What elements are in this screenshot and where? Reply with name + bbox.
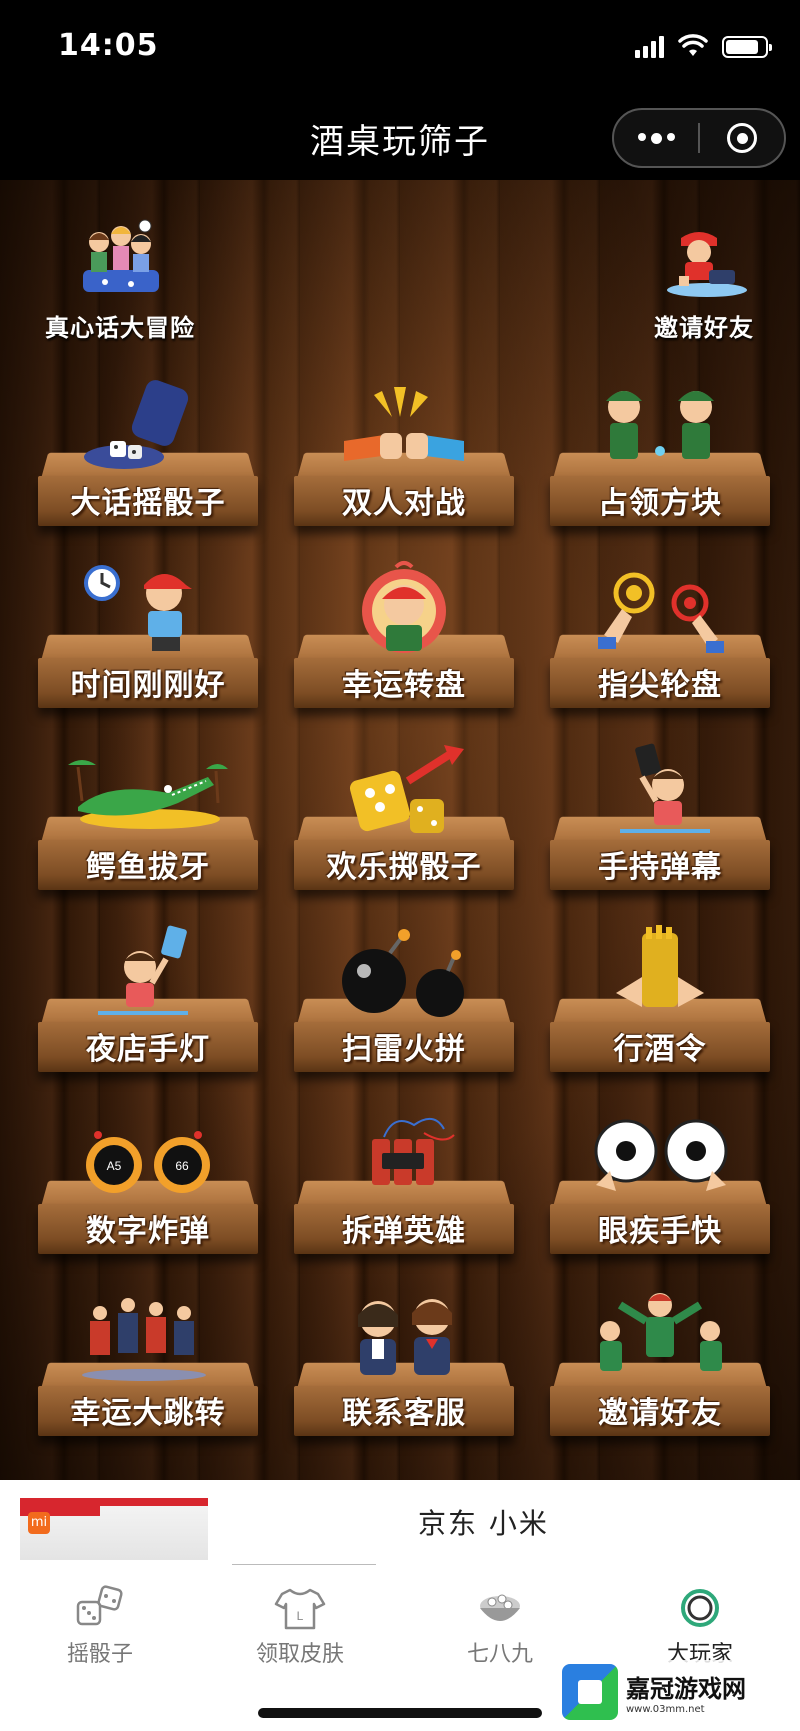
ad-divider <box>232 1564 376 1565</box>
more-dots-icon <box>637 132 675 144</box>
game-label: 数字炸弹 <box>86 1214 210 1249</box>
big-eyes-icon <box>594 1119 728 1191</box>
dice-icon <box>76 1585 123 1626</box>
mi-logo-icon: mi <box>28 1512 50 1534</box>
tab-skins[interactable]: L 领取皮肤 <box>200 1572 400 1682</box>
status-time: 14:05 <box>58 28 159 63</box>
site-watermark: 嘉冠游戏网 www.03mm.net <box>558 1660 788 1724</box>
invite-dancers-icon <box>600 1293 722 1371</box>
svg-text:L: L <box>297 1609 304 1623</box>
wifi-icon <box>678 34 708 56</box>
game-tile[interactable]: 联系客服 <box>294 1280 514 1440</box>
tab-dice[interactable]: 摇骰子 <box>0 1572 200 1682</box>
golden-dice-icon <box>349 745 464 833</box>
game-label: 拆弹英雄 <box>342 1214 466 1249</box>
kneeling-boy-icon <box>667 232 747 297</box>
customer-service-icon <box>358 1299 452 1375</box>
soldiers-icon <box>606 391 714 459</box>
bombs-icon <box>342 929 464 1017</box>
game-label: 幸运大跳转 <box>70 1396 226 1431</box>
game-label: 眼疾手快 <box>598 1214 722 1249</box>
close-mini-program-button[interactable] <box>700 110 784 166</box>
game-tile[interactable]: 眼疾手快 <box>550 1098 770 1258</box>
game-label: 扫雷火拼 <box>342 1032 466 1067</box>
mini-program-capsule <box>612 108 786 168</box>
game-label: 夜店手灯 <box>86 1032 210 1067</box>
svg-text:66: 66 <box>175 1159 189 1173</box>
game-label: 邀请好友 <box>598 1396 722 1431</box>
game-label: 大话摇骰子 <box>70 486 226 521</box>
game-menu: 真心话大冒险 邀请好友 大话摇骰子 双人对战 占领方块时间刚刚好 幸运转盘 指尖轮盘鳄鱼… <box>0 180 800 1480</box>
nav-bar: 酒桌玩筛子 <box>0 100 800 180</box>
game-tile[interactable]: 行酒令 <box>550 916 770 1076</box>
game-label: 幸运转盘 <box>342 668 466 703</box>
game-tile[interactable]: 幸运转盘 <box>294 552 514 712</box>
friends-table-icon <box>83 219 159 292</box>
more-button[interactable] <box>614 110 698 166</box>
truth-or-dare-link[interactable]: 真心话大冒险 <box>20 218 220 343</box>
game-tile[interactable]: 双人对战 <box>294 370 514 530</box>
ad-banner[interactable]: mi 京东 小米 <box>0 1480 800 1572</box>
signal-icon <box>635 36 664 58</box>
invite-friends-top-link[interactable]: 邀请好友 <box>604 228 800 343</box>
target-icon <box>727 123 757 153</box>
bowl-icon <box>480 1594 520 1621</box>
phone-light-icon <box>98 925 188 1015</box>
game-label: 联系客服 <box>342 1396 466 1431</box>
game-label: 欢乐掷骰子 <box>326 850 482 885</box>
game-label: 行酒令 <box>613 1032 707 1067</box>
status-bar: 14:05 <box>0 0 800 100</box>
dancers-icon <box>82 1298 206 1381</box>
ring-icon <box>681 1589 719 1627</box>
tab-dice-label: 摇骰子 <box>66 1642 133 1667</box>
battery-icon <box>722 36 772 58</box>
game-tile[interactable]: 占领方块 <box>550 370 770 530</box>
phone-scroll-icon <box>620 743 710 833</box>
lucky-wheel-icon <box>362 561 446 653</box>
game-tile[interactable]: 指尖轮盘 <box>550 552 770 712</box>
game-label: 双人对战 <box>342 486 466 521</box>
game-label: 占领方块 <box>598 486 722 521</box>
svg-text:A5: A5 <box>107 1159 122 1173</box>
game-label: 手持弹幕 <box>598 850 722 885</box>
shirt-icon: L <box>274 1588 326 1630</box>
watermark-name: 嘉冠游戏网 <box>626 1675 746 1703</box>
status-icons <box>635 34 772 58</box>
game-tile[interactable]: 大话摇骰子 <box>38 370 258 530</box>
home-indicator[interactable] <box>258 1708 542 1718</box>
game-label: 鳄鱼拔牙 <box>86 850 210 885</box>
game-tile[interactable]: 鳄鱼拔牙 <box>38 734 258 894</box>
game-tile[interactable]: 邀请好友 <box>550 1280 770 1440</box>
fingertip-touch-icon <box>598 572 724 653</box>
game-tile[interactable]: 时间刚刚好 <box>38 552 258 712</box>
game-tile[interactable]: 数字炸弹 A5 66 <box>38 1098 258 1258</box>
ad-text: 京东 小米 <box>418 1507 549 1540</box>
number-bombs-icon: A5 66 <box>86 1131 210 1193</box>
watermark-url: www.03mm.net <box>626 1704 705 1715</box>
fist-bump-icon <box>344 387 464 461</box>
dynamite-icon <box>372 1118 455 1185</box>
game-tile[interactable]: 夜店手灯 <box>38 916 258 1076</box>
invite-friends-top-label: 邀请好友 <box>654 314 754 342</box>
alarm-clock-icon <box>84 565 192 651</box>
dice-cup-icon <box>84 380 189 469</box>
game-tile[interactable]: 幸运大跳转 <box>38 1280 258 1440</box>
watermark-logo-icon <box>562 1664 618 1720</box>
truth-or-dare-label: 真心话大冒险 <box>45 314 195 342</box>
ad-thumbnail[interactable]: mi <box>20 1498 208 1560</box>
crocodile-icon <box>68 760 228 829</box>
game-label: 指尖轮盘 <box>598 668 722 703</box>
game-tile[interactable]: 扫雷火拼 <box>294 916 514 1076</box>
game-tile[interactable]: 欢乐掷骰子 <box>294 734 514 894</box>
wine-order-icon <box>616 925 704 1007</box>
game-tile[interactable]: 拆弹英雄 <box>294 1098 514 1258</box>
game-tile[interactable]: 手持弹幕 <box>550 734 770 894</box>
game-label: 时间刚刚好 <box>70 668 226 703</box>
tab-skins-label: 领取皮肤 <box>255 1642 344 1667</box>
